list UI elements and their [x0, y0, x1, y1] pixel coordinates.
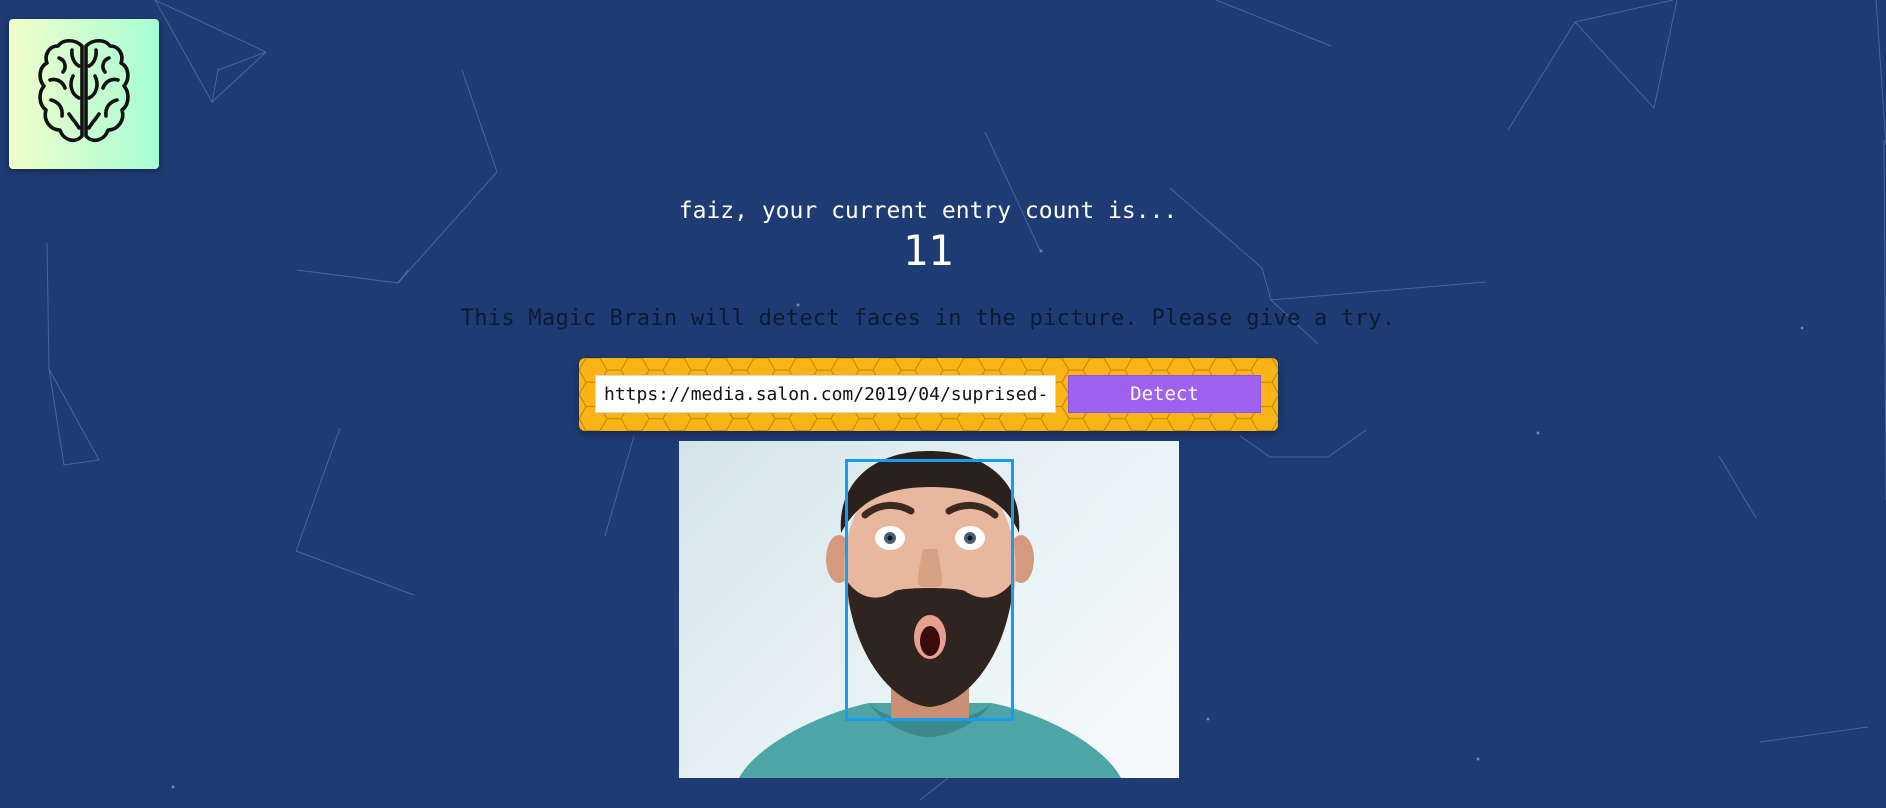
face-bounding-box	[845, 459, 1014, 721]
face-image	[679, 441, 1179, 778]
image-link-form: Detect	[579, 358, 1278, 431]
instructions-text: This Magic Brain will detect faces in th…	[460, 306, 1396, 331]
entry-count: 11	[902, 226, 954, 275]
detect-button[interactable]: Detect	[1068, 375, 1261, 413]
image-url-input[interactable]	[595, 375, 1056, 413]
logo	[9, 19, 159, 169]
entry-count-message: faiz, your current entry count is...	[678, 198, 1178, 224]
brain-icon	[38, 38, 130, 143]
